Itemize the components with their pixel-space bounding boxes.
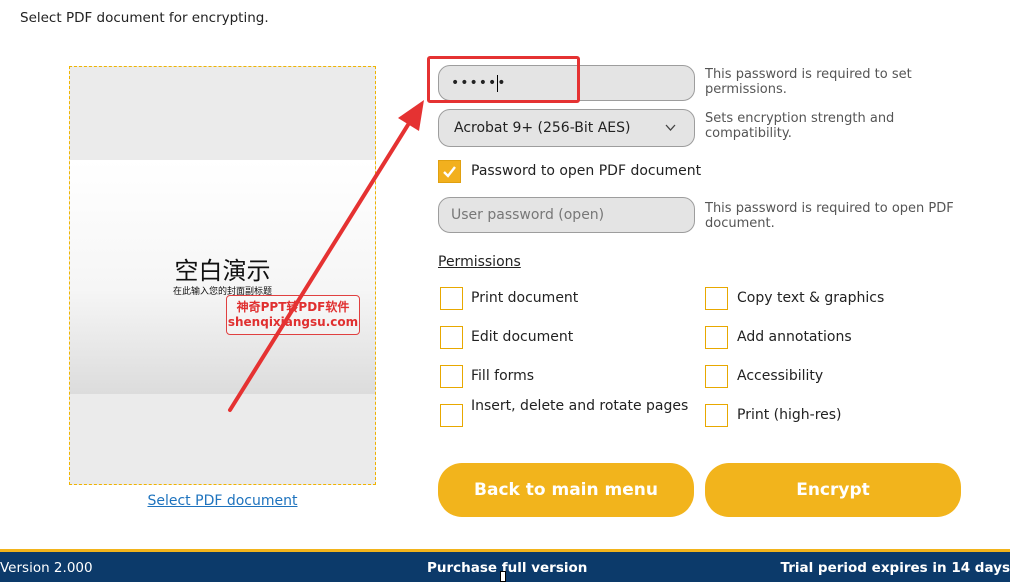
watermark-line2: shenqixiangsu.com [227,315,359,329]
checkmark-icon [443,166,456,178]
instruction-text: Select PDF document for encrypting. [20,10,269,26]
perm-print-checkbox[interactable] [440,287,463,310]
perm-edit-label: Edit document [471,329,574,345]
user-password-input[interactable] [438,197,695,233]
perm-edit-checkbox[interactable] [440,326,463,349]
chevron-down-icon [665,110,676,160]
back-to-main-menu-button[interactable]: Back to main menu [438,463,694,517]
watermark-stamp: 神奇PPT转PDF软件 shenqixiangsu.com [226,295,360,335]
watermark-line1: 神奇PPT转PDF软件 [236,300,350,314]
open-password-checkbox[interactable] [438,160,461,183]
perm-annotations-checkbox[interactable] [705,326,728,349]
perm-print-label: Print document [471,290,579,306]
trial-status-text: Trial period expires in 14 days [780,560,1010,576]
version-text: Version 2.000 [0,560,93,576]
perm-fill-forms-label: Fill forms [471,368,535,384]
perm-fill-forms-checkbox[interactable] [440,365,463,388]
perm-copy-label: Copy text & graphics [737,290,885,306]
perm-insert-delete-rotate-checkbox[interactable] [440,404,463,427]
annotation-highlight-box [427,56,580,103]
perm-print-highres-label: Print (high-res) [737,407,842,423]
permissions-title: Permissions [438,254,521,270]
encryption-selected-value: Acrobat 9+ (256-Bit AES) [454,120,631,136]
owner-password-hint: This password is required to set permiss… [705,67,912,97]
perm-copy-checkbox[interactable] [705,287,728,310]
open-password-label: Password to open PDF document [471,163,702,179]
perm-print-highres-checkbox[interactable] [705,404,728,427]
pdf-preview[interactable]: 空白演示 在此输入您的封面副标题 神奇PPT转PDF软件 shenqixiang… [69,66,376,485]
encrypt-button[interactable]: Encrypt [705,463,961,517]
perm-insert-delete-rotate-label: Insert, delete and rotate pages [471,398,689,414]
user-password-hint: This password is required to open PDF do… [705,201,954,231]
purchase-link[interactable]: Purchase full version [427,560,587,576]
perm-annotations-label: Add annotations [737,329,852,345]
encryption-select[interactable]: Acrobat 9+ (256-Bit AES) [438,109,695,147]
preview-title: 空白演示 [174,257,271,285]
perm-accessibility-checkbox[interactable] [705,365,728,388]
select-pdf-link[interactable]: Select PDF document [69,493,376,509]
encryption-hint: Sets encryption strength and compatibili… [705,111,895,141]
perm-accessibility-label: Accessibility [737,368,824,384]
mouse-cursor-icon [500,571,506,582]
